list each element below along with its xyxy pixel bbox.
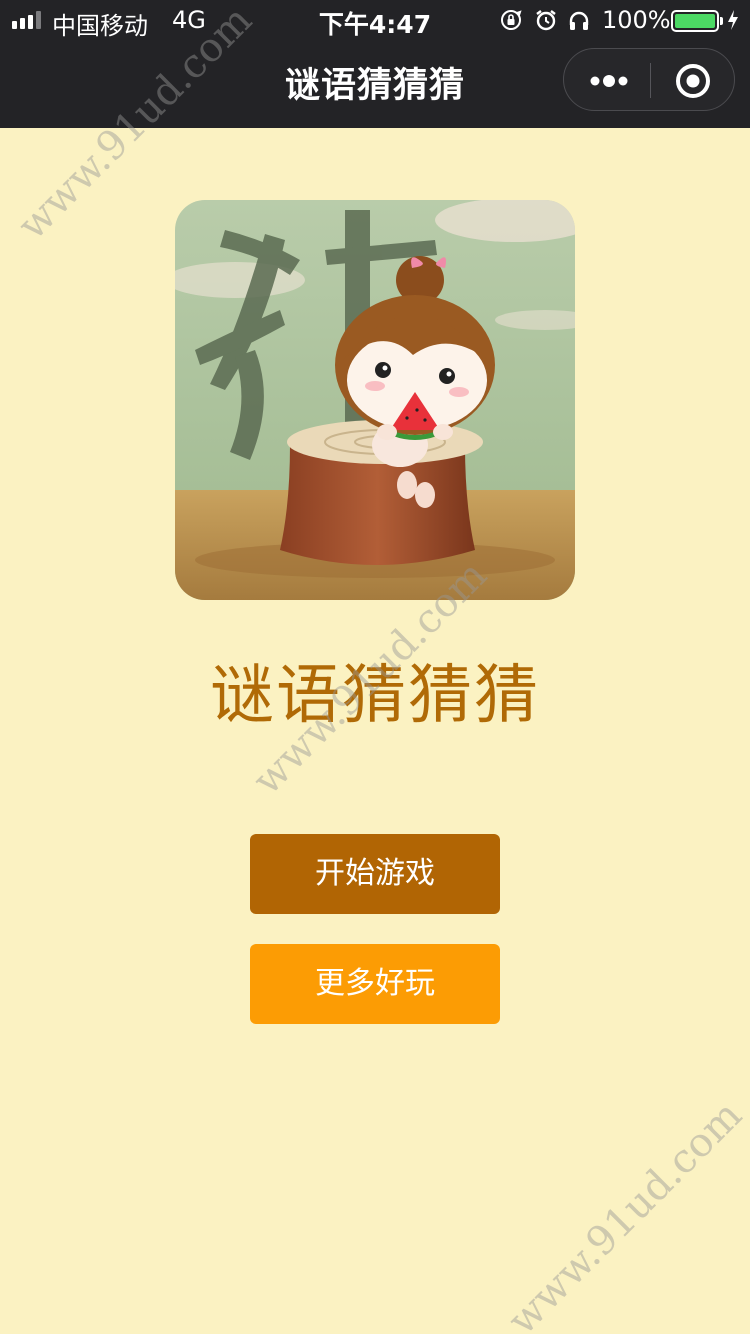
more-options-button[interactable] [564, 49, 650, 112]
more-dots-icon [590, 75, 628, 87]
battery-fill [675, 14, 715, 28]
battery-icon [671, 10, 723, 32]
mini-program-capsule [563, 48, 735, 111]
more-fun-button[interactable]: 更多好玩 [250, 944, 500, 1024]
status-bar: 中国移动 4G 下午4:47 100% [0, 0, 750, 40]
orientation-lock-icon [501, 10, 522, 30]
charging-bolt-icon [728, 10, 738, 30]
start-game-button[interactable]: 开始游戏 [250, 834, 500, 914]
game-cover-image [175, 200, 575, 600]
alarm-icon [536, 10, 556, 31]
battery-percent: 100% [602, 6, 671, 34]
close-target-icon [676, 64, 710, 98]
top-bar: 中国移动 4G 下午4:47 100% 谜语猜猜猜 [0, 0, 750, 128]
headphones-icon [569, 11, 589, 30]
close-mini-program-button[interactable] [650, 49, 736, 112]
watermark-bottom: www.91ud.com [499, 1092, 750, 1334]
